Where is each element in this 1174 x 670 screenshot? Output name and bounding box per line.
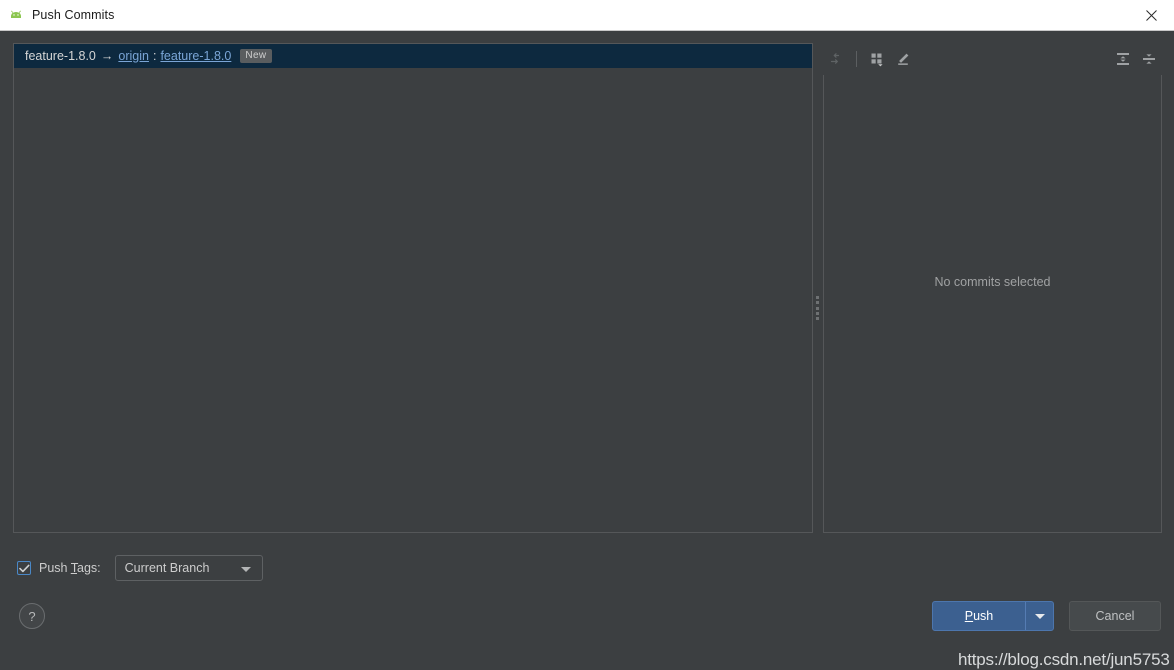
toolbar-separator <box>856 51 857 67</box>
push-options-row: Push Tags: Current Branch <box>17 555 263 581</box>
splitter-grip <box>816 296 820 320</box>
push-dropdown-button[interactable] <box>1025 602 1053 630</box>
collapse-all-icon <box>1143 54 1155 64</box>
revert-button[interactable] <box>823 47 849 71</box>
watermark-text: https://blog.csdn.net/jun5753 <box>958 650 1170 669</box>
close-icon <box>1146 9 1157 21</box>
push-tags-label: Push Tags: <box>39 561 101 575</box>
cancel-button[interactable]: Cancel <box>1069 601 1161 631</box>
close-button[interactable] <box>1129 0 1174 30</box>
branch-separator: : <box>152 49 157 63</box>
push-tags-label-suffix: ags: <box>77 561 101 575</box>
details-toolbar-right <box>1110 43 1162 75</box>
help-button[interactable]: ? <box>19 603 45 629</box>
group-by-icon <box>871 53 883 67</box>
panel-splitter[interactable] <box>813 43 823 566</box>
collapse-all-button[interactable] <box>1136 47 1162 71</box>
commit-details-empty-state: No commits selected <box>823 75 1162 533</box>
android-icon <box>11 10 21 18</box>
chevron-down-icon <box>240 567 251 572</box>
push-label-rest: ush <box>973 609 994 623</box>
commits-list-panel: feature-1.8.0 → origin : feature-1.8.0 N… <box>13 43 813 533</box>
window-title-bar: Push Commits <box>0 0 1174 31</box>
target-branch-link[interactable]: feature-1.8.0 <box>160 49 231 63</box>
pencil-edit-icon <box>898 53 909 65</box>
push-button[interactable]: Push <box>932 601 1054 631</box>
help-icon: ? <box>28 608 36 624</box>
window-title: Push Commits <box>32 8 115 22</box>
checkmark-icon <box>18 564 29 572</box>
dialog-body: feature-1.8.0 → origin : feature-1.8.0 N… <box>0 31 1174 669</box>
expand-all-button[interactable] <box>1110 47 1136 71</box>
source-branch-label: feature-1.8.0 <box>25 49 96 63</box>
cancel-label: Cancel <box>1095 609 1135 623</box>
group-by-button[interactable] <box>864 47 890 71</box>
branch-row[interactable]: feature-1.8.0 → origin : feature-1.8.0 N… <box>14 44 812 68</box>
push-button-main[interactable]: Push <box>933 602 1025 630</box>
push-label-mnemonic: P <box>964 609 974 623</box>
tags-mode-combobox[interactable]: Current Branch <box>114 555 263 581</box>
push-tags-label-prefix: Push <box>39 561 71 575</box>
expand-all-icon <box>1117 53 1129 65</box>
new-branch-badge: New <box>240 49 272 63</box>
edit-button[interactable] <box>890 47 916 71</box>
revert-arrow-icon <box>830 53 840 64</box>
no-commits-message: No commits selected <box>934 274 1051 289</box>
arrow-icon: → <box>100 49 114 63</box>
commit-details-panel: No commits selected <box>823 43 1162 533</box>
remote-link[interactable]: origin <box>118 49 149 63</box>
details-toolbar <box>823 43 1162 75</box>
tags-mode-value: Current Branch <box>124 561 210 575</box>
push-tags-checkbox[interactable] <box>17 561 31 575</box>
chevron-down-icon <box>1034 613 1045 619</box>
